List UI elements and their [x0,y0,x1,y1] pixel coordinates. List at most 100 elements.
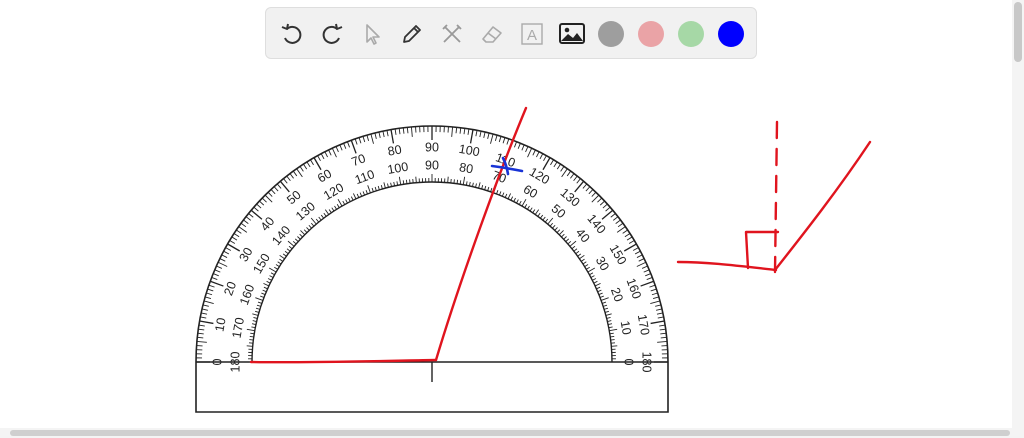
protractor-tick [590,275,595,278]
protractor-tick [365,190,368,195]
protractor-tick [386,130,389,137]
protractor-tick [549,222,554,227]
protractor-tick [200,316,207,319]
color-gray-swatch[interactable] [598,21,624,47]
protractor-tick [463,128,466,135]
protractor-tick [257,301,262,304]
outer-scale-label: 100 [458,142,481,159]
protractor-tick [352,193,357,200]
protractor-tick [297,236,301,240]
protractor-tick [248,213,254,218]
protractor-tick [561,233,565,238]
drawing-canvas[interactable]: 01020304050607080 90 100 110120130140150160… [0,0,1012,428]
protractor-tick [354,138,358,145]
horizontal-scrollbar[interactable] [0,428,1024,438]
protractor-tick [565,238,570,242]
protractor-tick [303,229,308,233]
protractor-tick [622,229,628,234]
protractor-tick [556,163,561,170]
slanted-ray-stroke [773,140,872,272]
protractor-tick [324,151,328,158]
protractor-tick [276,183,282,189]
protractor-tick [347,141,350,148]
protractor-tick [216,265,223,269]
svg-text:A: A [527,27,537,44]
protractor-tick [487,186,490,191]
protractor-tick [350,196,354,201]
protractor-tick [410,126,413,137]
redo-button[interactable] [316,18,348,50]
tools-button[interactable] [436,18,468,50]
protractor-tick [494,135,498,142]
protractor-tick [390,129,395,144]
undo-button[interactable] [276,18,308,50]
protractor-tick [207,288,214,292]
protractor-tick [292,240,297,245]
protractor-tick [594,282,601,287]
protractor-tick [651,292,658,296]
text-tool-button[interactable]: A [516,18,548,50]
inner-scale-label: 10 [618,320,634,336]
protractor-tick [345,199,348,204]
inner-scale-label: 90 [425,158,439,172]
protractor-tick [275,264,280,267]
protractor-tick [469,129,474,144]
inner-scale-label: 40 [573,226,593,246]
protractor-tick [577,253,582,257]
protractor-tick [543,155,547,162]
protractor-tick [270,189,276,195]
protractor-tick [576,178,581,184]
protractor-tick [609,332,614,335]
protractor-tick [652,296,659,300]
color-green-swatch[interactable] [678,21,704,47]
protractor-tick [447,176,449,183]
protractor-tick [328,209,332,214]
protractor-tick [310,159,314,166]
inner-scale-label: 60 [521,182,540,201]
outer-scale-label: 60 [315,167,334,186]
protractor-tick [359,192,363,197]
protractor-tick [616,226,626,233]
protractor-tick [650,300,661,304]
image-tool-button[interactable] [556,18,588,50]
protractor-tick [610,335,615,338]
protractor-tick [350,140,357,154]
eraser-button[interactable] [476,18,508,50]
protractor-tick [320,214,325,219]
protractor-tick [371,187,374,192]
protractor-tick [221,254,228,258]
protractor-tick [467,128,470,135]
protractor-tick [249,335,254,338]
color-blue-swatch[interactable] [718,21,744,47]
protractor-tick [571,245,576,250]
protractor-tick [342,200,346,205]
protractor-tick [656,312,663,315]
vertical-scrollbar[interactable] [1012,0,1024,428]
protractor-tick [597,289,602,293]
protractor-tick [370,133,374,144]
protractor-tick [524,204,528,208]
outer-scale-label: 80 [387,142,403,158]
undo-icon [281,23,302,44]
protractor-tick [459,127,462,134]
color-pink-swatch[interactable] [638,21,664,47]
select-tool-button[interactable] [356,18,388,50]
horizontal-scroll-thumb[interactable] [10,430,1010,436]
protractor-tick [646,277,653,280]
protractor-tick [378,131,381,138]
protractor-tick [462,176,466,185]
vertical-scroll-thumb[interactable] [1014,2,1022,62]
protractor-tick [597,197,603,203]
protractor-tick [599,200,605,206]
protractor-tick [514,141,517,148]
protractor-tick [539,153,544,160]
pen-tool-button[interactable] [396,18,428,50]
protractor-tick [487,132,490,139]
protractor-tick [362,136,366,143]
protractor-tick [603,304,608,307]
protractor-tick [299,166,304,172]
protractor-tick [632,247,639,251]
protractor-tick [518,200,522,205]
protractor-tick [201,312,208,315]
inner-scale-label: 180 [228,352,242,373]
